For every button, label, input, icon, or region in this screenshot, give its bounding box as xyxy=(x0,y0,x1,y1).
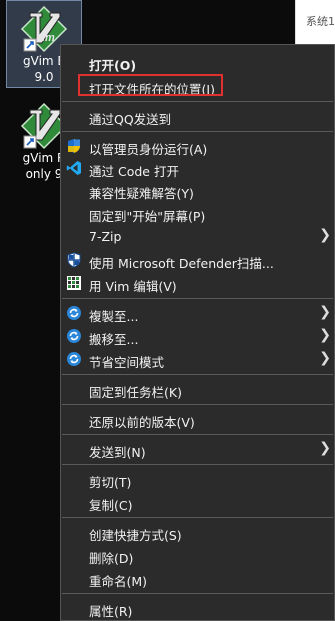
defender-icon xyxy=(67,252,81,268)
menu-item-label: 固定到任务栏(K) xyxy=(89,385,182,400)
menu-item-label: 属性(R) xyxy=(89,604,133,619)
menu-separator xyxy=(62,517,333,518)
menu-item-delete[interactable]: 删除(D) xyxy=(61,544,333,566)
menu-item-label: 複製至... xyxy=(89,309,139,324)
menu-separator xyxy=(62,131,333,132)
menu-item-label: 以管理员身份运行(A) xyxy=(89,142,208,157)
menu-item-pin-to-start[interactable]: 固定到"开始"屏幕(P) xyxy=(61,202,333,224)
menu-item-open-with-code[interactable]: 通过 Code 打开 xyxy=(61,157,333,179)
shield-icon xyxy=(68,139,80,153)
menu-item-run-as-admin[interactable]: 以管理员身份运行(A) xyxy=(61,135,333,157)
menu-separator xyxy=(62,464,333,465)
menu-item-label: 7-Zip xyxy=(89,229,122,244)
menu-item-label: 通过 Code 打开 xyxy=(89,164,179,179)
chevron-right-icon: ❯ xyxy=(319,350,331,366)
menu-item-send-via-qq[interactable]: 通过QQ发送到 xyxy=(61,105,333,127)
chevron-right-icon: ❯ xyxy=(319,227,331,243)
vim-icon xyxy=(67,276,81,290)
menu-item-label: 还原以前的版本(V) xyxy=(89,415,195,430)
menu-item-properties[interactable]: 属性(R) xyxy=(61,597,333,619)
menu-separator xyxy=(62,374,333,375)
menu-item-label: 使用 Microsoft Defender扫描... xyxy=(89,256,274,271)
menu-item-label: 发送到(N) xyxy=(89,445,146,460)
menu-item-edit-with-vim[interactable]: 用 Vim 编辑(V) xyxy=(61,272,333,294)
chevron-right-icon: ❯ xyxy=(319,304,331,320)
menu-item-label: 固定到"开始"屏幕(P) xyxy=(89,209,206,224)
menu-item-move-to[interactable]: 搬移至... ❯ xyxy=(61,325,333,347)
context-menu: 打开(O) 打开文件所在的位置(I) 通过QQ发送到 以管理员身份运行(A) 通… xyxy=(60,44,335,621)
menu-separator xyxy=(62,434,333,435)
vscode-icon xyxy=(66,161,81,175)
chevron-right-icon: ❯ xyxy=(319,440,331,456)
menu-separator xyxy=(62,101,333,102)
svg-text:im: im xyxy=(42,32,55,44)
menu-item-label: 复制(C) xyxy=(89,498,133,513)
menu-item-7zip[interactable]: 7-Zip ❯ xyxy=(61,225,333,247)
menu-separator xyxy=(62,593,333,594)
menu-item-create-shortcut[interactable]: 创建快捷方式(S) xyxy=(61,521,333,543)
menu-item-label: 剪切(T) xyxy=(89,475,132,490)
menu-item-label: 搬移至... xyxy=(89,332,139,347)
menu-item-label: 用 Vim 编辑(V) xyxy=(89,279,177,294)
menu-item-send-to[interactable]: 发送到(N) ❯ xyxy=(61,438,333,460)
menu-item-cut[interactable]: 剪切(T) xyxy=(61,468,333,490)
menu-separator xyxy=(62,298,333,299)
background-window-text: 系统1 xyxy=(306,15,335,28)
sync-icon xyxy=(67,352,81,366)
menu-item-copy-to[interactable]: 複製至... ❯ xyxy=(61,302,333,324)
menu-item-label: 删除(D) xyxy=(89,551,134,566)
menu-item-space-saving-mode[interactable]: 节省空间模式 ❯ xyxy=(61,348,333,370)
menu-item-pin-to-taskbar[interactable]: 固定到任务栏(K) xyxy=(61,378,333,400)
menu-item-label: 打开(O) xyxy=(89,58,137,73)
menu-item-open[interactable]: 打开(O) xyxy=(61,51,333,73)
menu-item-label: 创建快捷方式(S) xyxy=(89,528,182,543)
menu-item-copy[interactable]: 复制(C) xyxy=(61,491,333,513)
sync-icon xyxy=(67,306,81,320)
menu-item-label: 重命名(M) xyxy=(89,574,148,589)
menu-item-rename[interactable]: 重命名(M) xyxy=(61,567,333,589)
menu-item-defender-scan[interactable]: 使用 Microsoft Defender扫描... xyxy=(61,249,333,271)
menu-item-label: 兼容性疑难解答(Y) xyxy=(89,186,194,201)
menu-item-compat-troubleshoot[interactable]: 兼容性疑难解答(Y) xyxy=(61,179,333,201)
annotation-highlight-box xyxy=(78,74,223,96)
chevron-right-icon: ❯ xyxy=(319,327,331,343)
background-window: 系统1 xyxy=(295,0,335,44)
menu-item-label: 节省空间模式 xyxy=(89,355,165,370)
menu-separator xyxy=(62,404,333,405)
menu-item-label: 通过QQ发送到 xyxy=(89,112,172,127)
menu-item-restore-previous-versions[interactable]: 还原以前的版本(V) xyxy=(61,408,333,430)
sync-icon xyxy=(67,329,81,343)
